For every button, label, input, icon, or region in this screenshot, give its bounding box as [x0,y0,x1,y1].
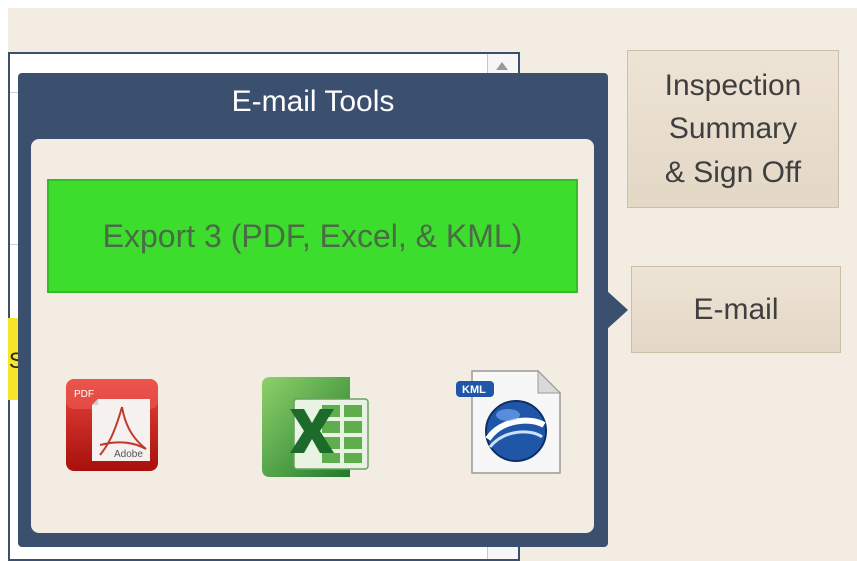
inspection-label-line3: & Sign Off [664,155,802,189]
pdf-icon-adobe-label: Adobe [114,449,143,460]
kml-badge-label: KML [462,384,486,396]
email-button-label: E-mail [693,292,779,326]
popover-body: Export 3 (PDF, Excel, & KML) PDF Adobe K… [31,139,594,533]
pdf-icon-label: PDF [74,389,94,400]
inspection-label-line2: Summary [668,112,798,146]
popover-pointer-arrow [606,290,628,330]
scroll-up-arrow-icon[interactable] [496,62,508,70]
pdf-icon[interactable]: PDF Adobe [64,375,160,480]
email-button[interactable]: E-mail [631,266,841,353]
popover-title: E-mail Tools [231,85,395,118]
inspection-label-line1: Inspection [664,68,802,102]
kml-icon[interactable]: KML [456,367,568,484]
email-tools-popover: E-mail Tools Export 3 (PDF, Excel, & KML… [18,73,608,547]
export-3-button[interactable]: Export 3 (PDF, Excel, & KML) [47,179,578,293]
export-3-label: Export 3 (PDF, Excel, & KML) [102,217,523,254]
excel-icon[interactable] [260,369,372,490]
inspection-summary-signoff-button[interactable]: Inspection Summary & Sign Off [627,50,839,208]
